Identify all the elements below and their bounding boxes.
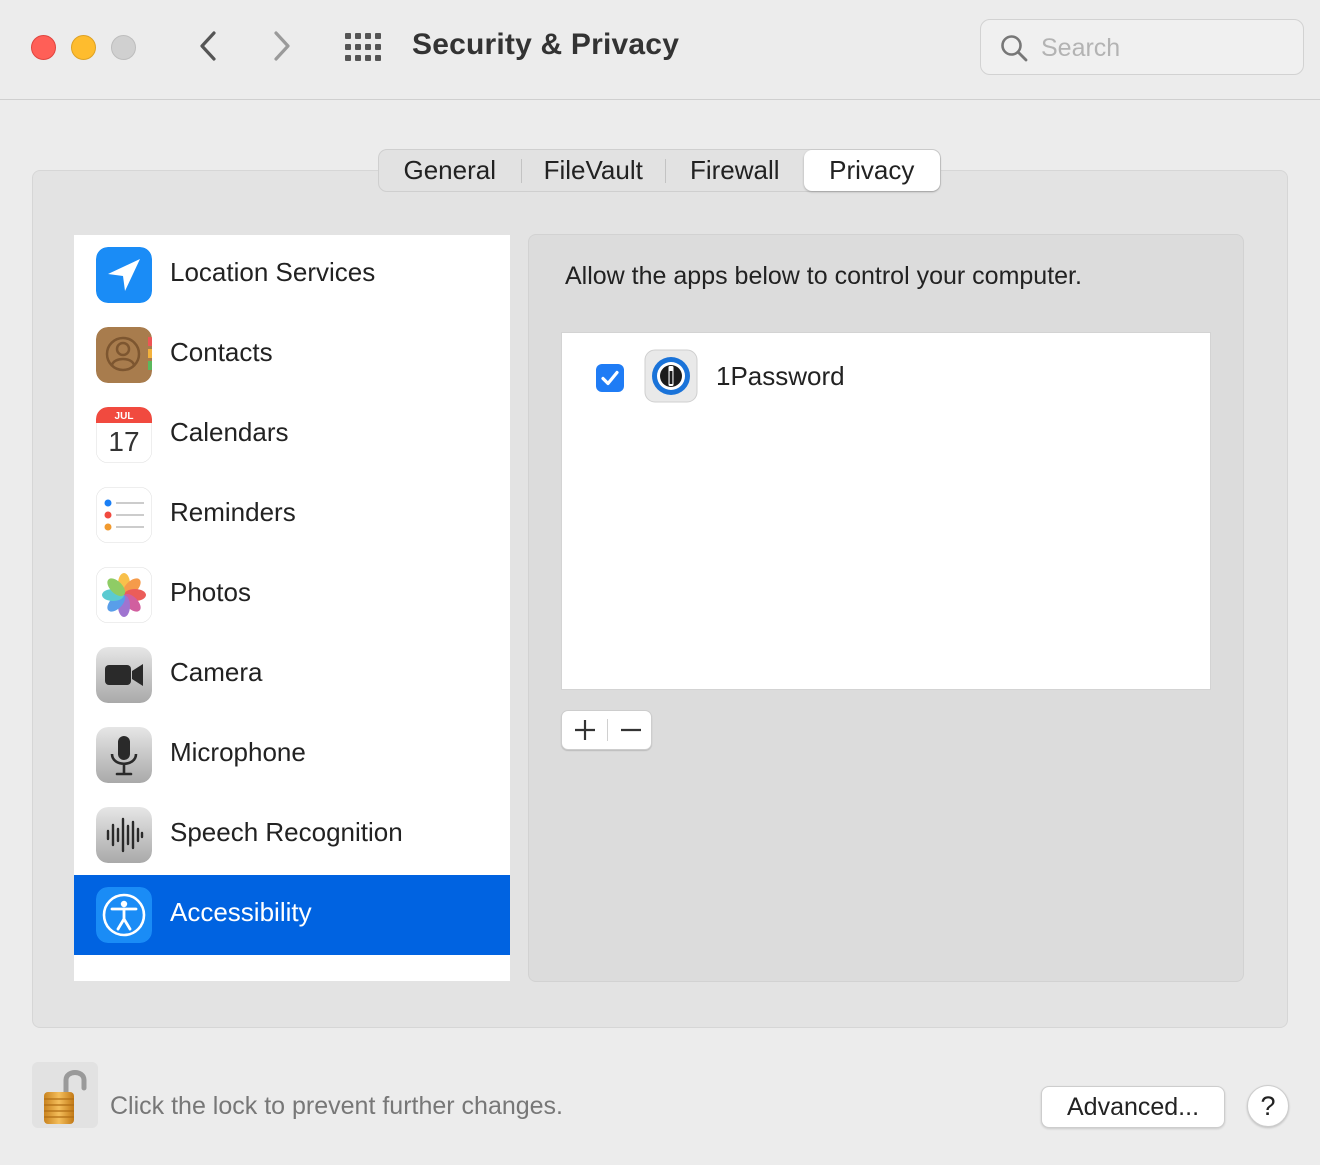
sidebar-item-label: Contacts xyxy=(170,337,273,367)
chevron-right-icon xyxy=(274,31,290,61)
pane-description: Allow the apps below to control your com… xyxy=(565,262,1082,290)
tab-general[interactable]: General xyxy=(379,150,521,191)
help-button[interactable]: ? xyxy=(1247,1085,1289,1127)
accessibility-icon xyxy=(96,887,152,943)
list-item[interactable]: 1Password xyxy=(562,343,1212,413)
lock-button[interactable] xyxy=(32,1062,98,1128)
search-input[interactable] xyxy=(1041,28,1291,68)
contacts-book-icon xyxy=(96,327,152,383)
search-field[interactable] xyxy=(980,19,1304,75)
show-all-button[interactable] xyxy=(343,30,383,64)
advanced-button[interactable]: Advanced... xyxy=(1041,1086,1225,1128)
waveform-icon xyxy=(96,807,152,863)
sidebar-item-label: Location Services xyxy=(170,257,376,287)
minus-icon xyxy=(620,728,641,732)
sidebar-item-speech-recognition[interactable]: Speech Recognition xyxy=(74,795,510,875)
app-list: 1Password xyxy=(561,332,1211,690)
lock-status-text: Click the lock to prevent further change… xyxy=(110,1092,564,1120)
sidebar-item-photos[interactable]: Photos xyxy=(74,555,510,635)
tab-privacy[interactable]: Privacy xyxy=(803,150,941,191)
calendar-day: 17 xyxy=(108,426,139,457)
search-icon xyxy=(1001,35,1028,62)
window-title: Security & Privacy xyxy=(412,28,680,61)
sidebar-item-label: Calendars xyxy=(170,417,289,447)
close-window-button[interactable] xyxy=(31,35,56,60)
sidebar-item-accessibility[interactable]: Accessibility xyxy=(74,875,510,955)
1password-icon xyxy=(644,349,698,403)
reminders-list-icon xyxy=(96,487,152,543)
photos-flower-icon xyxy=(96,567,152,623)
back-button[interactable] xyxy=(188,26,228,66)
add-remove-control xyxy=(561,710,652,750)
checkmark-icon xyxy=(601,370,619,386)
sidebar-item-label: Reminders xyxy=(170,497,296,527)
window-toolbar: Security & Privacy xyxy=(0,0,1320,100)
sidebar-item-reminders[interactable]: Reminders xyxy=(74,475,510,555)
sidebar-item-label: Accessibility xyxy=(170,897,312,927)
chevron-left-icon xyxy=(200,31,216,61)
microphone-icon xyxy=(96,727,152,783)
tab-firewall[interactable]: Firewall xyxy=(666,150,804,191)
privacy-category-list: Location Services Contacts JUL 17 Calend… xyxy=(74,235,510,981)
minimize-window-button[interactable] xyxy=(71,35,96,60)
tab-bar: General FileVault Firewall Privacy xyxy=(378,149,941,192)
video-camera-icon xyxy=(96,647,152,703)
sidebar-item-label: Speech Recognition xyxy=(170,817,403,847)
sidebar-item-camera[interactable]: Camera xyxy=(74,635,510,715)
location-arrow-icon xyxy=(96,247,152,303)
calendar-month: JUL xyxy=(115,411,134,422)
sidebar-item-calendars[interactable]: JUL 17 Calendars xyxy=(74,395,510,475)
forward-button[interactable] xyxy=(262,26,302,66)
add-app-button[interactable] xyxy=(562,711,607,749)
sidebar-item-label: Photos xyxy=(170,577,251,607)
zoom-window-button[interactable] xyxy=(111,35,136,60)
sidebar-item-location-services[interactable]: Location Services xyxy=(74,235,510,315)
tab-filevault[interactable]: FileVault xyxy=(522,150,665,191)
grid-icon xyxy=(345,33,381,61)
unlocked-padlock-icon xyxy=(44,1070,87,1124)
sidebar-item-microphone[interactable]: Microphone xyxy=(74,715,510,795)
sidebar-item-contacts[interactable]: Contacts xyxy=(74,315,510,395)
sidebar-item-label: Camera xyxy=(170,657,263,687)
app-enabled-checkbox[interactable] xyxy=(596,364,624,392)
plus-icon xyxy=(574,720,595,740)
calendar-icon: JUL 17 xyxy=(96,407,152,463)
app-name: 1Password xyxy=(716,361,845,391)
remove-app-button[interactable] xyxy=(608,711,653,749)
sidebar-item-label: Microphone xyxy=(170,737,306,767)
